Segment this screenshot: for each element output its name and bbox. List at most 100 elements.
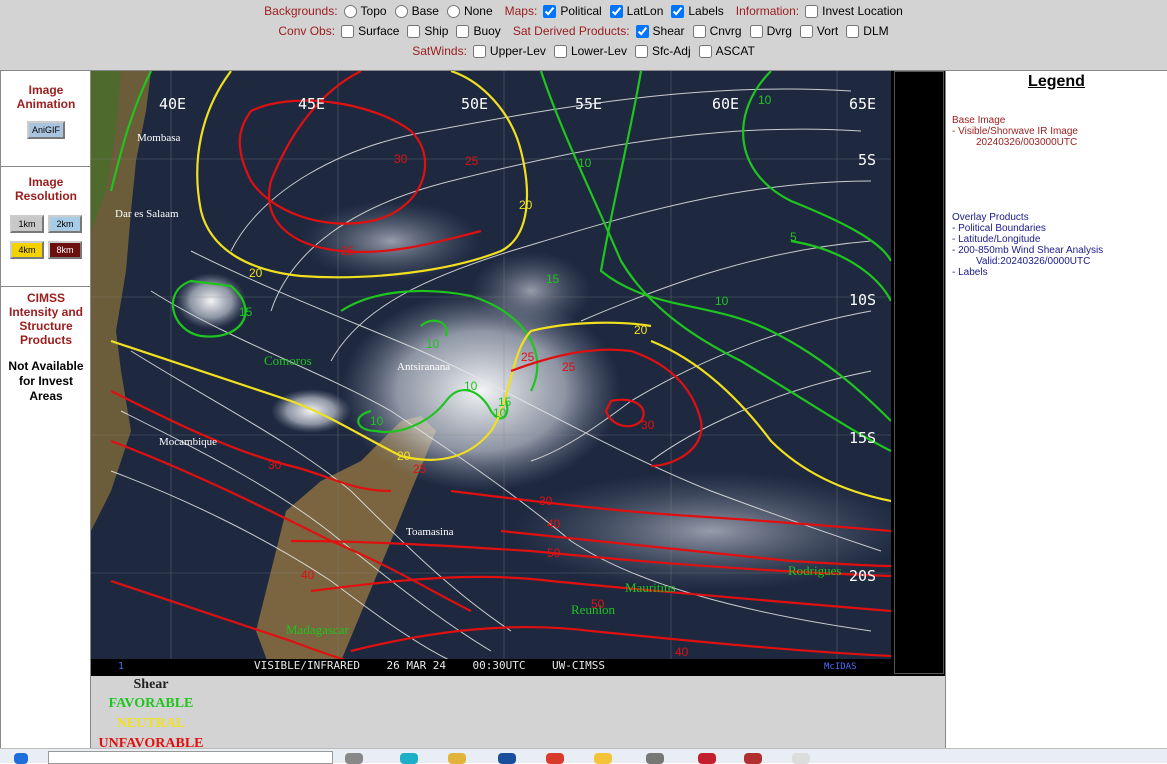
svg-text:40: 40 [675, 645, 689, 659]
app-icon[interactable] [498, 753, 516, 764]
vort-checkbox[interactable] [799, 24, 813, 38]
svg-text:40: 40 [301, 568, 315, 582]
invest-location-checkbox[interactable] [805, 4, 819, 18]
satellite-shear-map[interactable]: 30 25 25 20 20 10 10 5 15 10 15 10 10 15… [91, 71, 891, 671]
surface-checkbox[interactable] [341, 24, 355, 38]
base-image-time: 20240326/003000UTC [976, 137, 1078, 148]
edge-icon[interactable] [400, 753, 418, 764]
svg-text:10: 10 [758, 93, 772, 107]
storm-cloud [341, 291, 621, 491]
lat-label: 20S [849, 567, 876, 585]
buoy-option[interactable]: Buoy [454, 24, 501, 38]
base-image-item: - Visible/Shorwave IR Image [952, 126, 1078, 137]
base-radio[interactable] [394, 4, 408, 18]
anigif-button[interactable]: AniGIF [26, 121, 65, 139]
satwinds-label: SatWinds: [412, 44, 467, 58]
dlm-option[interactable]: DLM [844, 24, 889, 38]
backgrounds-label: Backgrounds: [264, 4, 338, 18]
topo-radio[interactable] [343, 4, 357, 18]
dvrg-checkbox[interactable] [749, 24, 763, 38]
svg-text:25: 25 [465, 154, 479, 168]
sfc-adj-option[interactable]: Sfc-Adj [633, 44, 691, 58]
dlm-checkbox[interactable] [846, 24, 860, 38]
shear-checkbox[interactable] [635, 24, 649, 38]
invest-location-option[interactable]: Invest Location [803, 4, 903, 18]
surface-option[interactable]: Surface [339, 24, 399, 38]
labels-option[interactable]: Labels [669, 4, 724, 18]
svg-text:10: 10 [578, 156, 592, 170]
banner-text: VISIBLE/INFRARED 26 MAR 24 00:30UTC UW-C… [254, 659, 605, 671]
res-4km-button[interactable]: 4km [10, 241, 44, 259]
taskbar-search[interactable] [48, 751, 333, 764]
cloud-cluster [176, 273, 246, 329]
svg-text:50: 50 [547, 546, 561, 560]
app-icon[interactable] [698, 753, 716, 764]
svg-text:30: 30 [539, 494, 553, 508]
place-label: Toamasina [406, 526, 454, 538]
banner-mcidas: McIDAS [824, 662, 857, 671]
none-option[interactable]: None [445, 4, 493, 18]
overlay-item: - Labels [952, 267, 988, 278]
folder-icon[interactable] [448, 753, 466, 764]
svg-text:5: 5 [790, 230, 797, 244]
political-option[interactable]: Political [541, 4, 602, 18]
chrome-icon[interactable] [546, 753, 564, 764]
svg-text:20: 20 [634, 323, 648, 337]
lat-label: 10S [849, 291, 876, 309]
app-icon[interactable] [792, 753, 810, 764]
res-1km-button[interactable]: 1km [10, 215, 44, 233]
sfc-adj-checkbox[interactable] [634, 44, 648, 58]
res-8km-button[interactable]: 8km [48, 241, 82, 259]
place-label: Antsiranana [397, 361, 450, 373]
animation-section: Image Animation AniGIF [1, 71, 91, 167]
svg-text:10: 10 [426, 337, 440, 351]
ship-checkbox[interactable] [407, 24, 421, 38]
lower-lev-option[interactable]: Lower-Lev [552, 44, 627, 58]
ascat-checkbox[interactable] [698, 44, 712, 58]
app-icon[interactable] [744, 753, 762, 764]
lower-lev-checkbox[interactable] [553, 44, 567, 58]
controls-row-obs: Conv Obs: Surface Ship Buoy Sat Derived … [0, 21, 1167, 41]
banner-index: 1 [118, 661, 124, 671]
cnvrg-checkbox[interactable] [692, 24, 706, 38]
place-label: Mauritius [625, 580, 676, 595]
animation-title: Image Animation [16, 83, 76, 111]
left-panel: Image Animation AniGIF Image Resolution … [0, 71, 91, 763]
svg-text:20: 20 [249, 266, 263, 280]
overlay-item: - Political Boundaries [952, 223, 1046, 234]
cloud-cluster [271, 389, 351, 433]
app-icon[interactable] [646, 753, 664, 764]
svg-text:30: 30 [641, 418, 655, 432]
topo-option[interactable]: Topo [342, 4, 387, 18]
upper-lev-option[interactable]: Upper-Lev [471, 44, 546, 58]
task-view-icon[interactable] [345, 753, 363, 764]
conv-obs-label: Conv Obs: [278, 24, 336, 38]
latlon-option[interactable]: LatLon [608, 4, 663, 18]
svg-text:15: 15 [546, 272, 560, 286]
lon-label: 65E [849, 95, 876, 113]
base-image-heading: Base Image [952, 115, 1006, 126]
buoy-checkbox[interactable] [456, 24, 470, 38]
start-icon[interactable] [14, 753, 28, 764]
latlon-checkbox[interactable] [609, 4, 623, 18]
political-checkbox[interactable] [543, 4, 557, 18]
overlay-item: - 200-850mb Wind Shear Analysis [952, 245, 1104, 256]
cnvrg-option[interactable]: Cnvrg [691, 24, 742, 38]
satellite-map-frame: 30 25 25 20 20 10 10 5 15 10 15 10 10 15… [91, 71, 945, 676]
dvrg-option[interactable]: Dvrg [748, 24, 792, 38]
sat-derived-label: Sat Derived Products: [512, 24, 630, 38]
app-icon[interactable] [594, 753, 612, 764]
labels-checkbox[interactable] [671, 4, 685, 18]
ship-option[interactable]: Ship [405, 24, 448, 38]
not-available-text: Not Available for Invest Areas [8, 359, 84, 403]
place-label: Comoros [264, 353, 312, 368]
shear-option[interactable]: Shear [634, 24, 685, 38]
res-2km-button[interactable]: 2km [48, 215, 82, 233]
overlay-heading: Overlay Products [952, 212, 1029, 223]
shear-neutral: NEUTRAL [116, 716, 186, 731]
none-radio[interactable] [446, 4, 460, 18]
base-option[interactable]: Base [393, 4, 439, 18]
vort-option[interactable]: Vort [798, 24, 838, 38]
ascat-option[interactable]: ASCAT [697, 44, 755, 58]
upper-lev-checkbox[interactable] [472, 44, 486, 58]
